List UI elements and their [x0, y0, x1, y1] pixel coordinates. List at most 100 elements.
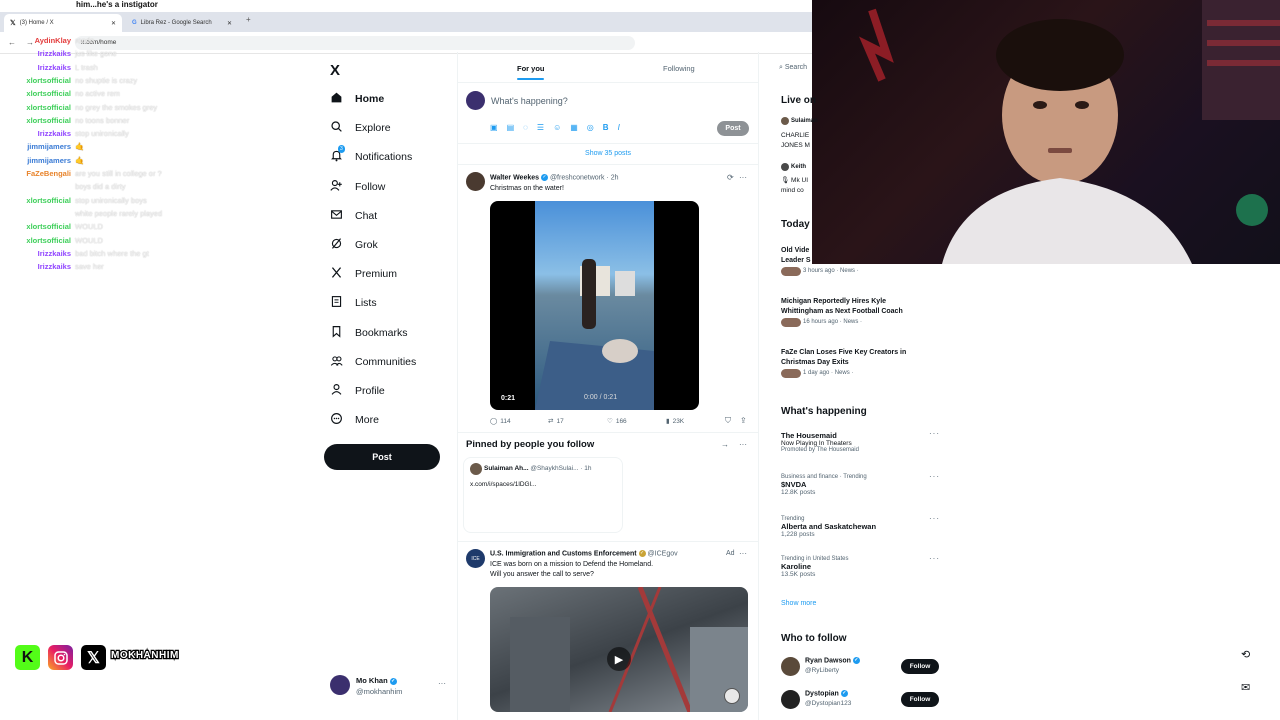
show-new-posts[interactable]: Show 35 posts: [457, 150, 759, 157]
views-button[interactable]: ▮ 23K: [666, 417, 684, 426]
trend-subtitle: 13.5K posts: [781, 571, 816, 578]
account-more-icon[interactable]: ···: [438, 679, 446, 688]
messages-icon[interactable]: ✉: [1241, 681, 1257, 697]
trend-item[interactable]: The Housemaid Now Playing In Theaters Prom…: [781, 429, 941, 453]
nav-item-chat[interactable]: Chat: [330, 206, 377, 226]
chat-username: Irizzkaiks: [37, 49, 71, 59]
nav-item-home[interactable]: Home: [330, 89, 384, 109]
grok-icon[interactable]: ⟳: [727, 173, 734, 182]
stream-chat: AydinKlay rondo Irizzkaiks jus like gone Iri…: [0, 8, 200, 278]
bold-icon[interactable]: B: [603, 123, 609, 132]
ice-seal-icon[interactable]: ICE: [466, 549, 485, 568]
schedule-icon[interactable]: ▦: [570, 123, 578, 132]
avatar: [466, 91, 485, 110]
live-item[interactable]: CHARLIE JONES M: [781, 131, 810, 151]
live-item[interactable]: 🎙 Mk UI mind co: [781, 176, 808, 196]
chat-username: xlortsofficial: [26, 235, 71, 245]
repost-button[interactable]: ⇄ 17: [548, 417, 564, 426]
avatar-stack: [781, 317, 801, 327]
tweet-handle[interactable]: @freshconetwork: [550, 174, 605, 181]
nav-item-grok[interactable]: Grok: [330, 235, 378, 255]
compose-post-button[interactable]: Post: [717, 121, 749, 136]
more-icon[interactable]: ···: [929, 554, 940, 563]
views-icon: ▮: [666, 418, 670, 425]
nav-item-more[interactable]: More: [330, 410, 379, 430]
trend-item[interactable]: Business and finance · Trending $NVDA 12.8…: [781, 472, 941, 496]
play-icon[interactable]: ▶: [607, 647, 631, 671]
nav-item-explore[interactable]: Explore: [330, 118, 391, 138]
nav-item-premium[interactable]: Premium: [330, 264, 397, 284]
tweet-video[interactable]: 0:21 0:00 / 0:21: [490, 201, 699, 410]
location-icon[interactable]: ◎: [587, 123, 594, 132]
trend-item[interactable]: Trending in United States Karoline 13.5K p…: [781, 554, 941, 578]
x-logo-icon[interactable]: X: [330, 62, 340, 79]
more-icon[interactable]: ···: [739, 173, 747, 182]
gif-icon[interactable]: ▤: [507, 123, 515, 132]
nav-item-bookmarks[interactable]: Bookmarks: [330, 323, 408, 343]
webcam-feed: [812, 0, 1280, 264]
kick-icon: K: [15, 645, 40, 670]
tab-following[interactable]: Following: [663, 64, 695, 73]
search-field[interactable]: ⌕ Search: [779, 64, 807, 72]
nav-item-notifications[interactable]: 3 Notifications: [330, 145, 412, 167]
follow-button[interactable]: Follow: [901, 692, 939, 707]
compose-input[interactable]: What's happening?: [491, 96, 568, 106]
trend-item[interactable]: Trending Alberta and Saskatchewan 1,228 po…: [781, 514, 941, 538]
news-meta: 3 hours ago · News ·: [803, 268, 859, 274]
new-tab-button[interactable]: +: [246, 15, 251, 24]
grok-icon[interactable]: ◌: [523, 123, 528, 132]
post-button[interactable]: Post: [324, 444, 440, 470]
chat-message: AydinKlay rondo: [0, 36, 95, 45]
more-icon[interactable]: ···: [929, 472, 940, 481]
arrow-right-icon[interactable]: →: [721, 440, 729, 449]
video-duration: 0:21: [498, 394, 519, 403]
emoji-icon[interactable]: ☺: [553, 123, 561, 132]
close-icon[interactable]: ✕: [227, 20, 232, 27]
people-icon: [330, 354, 343, 370]
avatar: [470, 463, 482, 475]
avatar[interactable]: [330, 675, 350, 695]
bookmark-icon[interactable]: ⛉: [725, 416, 731, 426]
nav-item-lists[interactable]: Lists: [330, 293, 377, 313]
account-name[interactable]: Mo Khan ✓: [356, 676, 397, 685]
who-to-follow-item[interactable]: Dystopian ✓ @Dystopian123 Follow: [781, 689, 941, 711]
who-to-follow-item[interactable]: Ryan Dawson ✓ @RyLiberty Follow: [781, 656, 941, 678]
tab-for-you[interactable]: For you: [517, 64, 545, 73]
nav-item-label: Communities: [355, 355, 417, 368]
poll-icon[interactable]: ☰: [537, 123, 544, 132]
show-more-link[interactable]: Show more: [781, 600, 816, 607]
follow-button[interactable]: Follow: [901, 659, 939, 674]
more-icon[interactable]: ···: [739, 440, 747, 449]
more-icon[interactable]: ···: [929, 429, 940, 438]
nav-item-communities[interactable]: Communities: [330, 352, 416, 372]
heart-icon: ♡: [607, 418, 613, 425]
follow-handle: @Dystopian123: [805, 700, 852, 707]
more-icon[interactable]: ···: [929, 514, 940, 523]
avatar[interactable]: [466, 172, 485, 191]
grok-icon[interactable]: ⟲: [1241, 648, 1257, 664]
list-icon: [330, 295, 343, 311]
italic-icon[interactable]: I: [618, 123, 620, 132]
news-title-2: Leader S: [781, 257, 811, 264]
nav-item-follow[interactable]: Follow: [330, 177, 385, 197]
chat-username: Irizzkaiks: [37, 62, 71, 72]
news-item[interactable]: Old Vide Leader S 3 hours ago · News ·: [781, 246, 931, 276]
like-button[interactable]: ♡ 166: [607, 417, 627, 426]
news-item[interactable]: Michigan Reportedly Hires Kyle Whittingha…: [781, 297, 931, 327]
image-icon[interactable]: ▣: [490, 123, 498, 132]
ad-handle[interactable]: @ICEgov: [648, 550, 678, 557]
news-item[interactable]: FaZe Clan Loses Five Key Creators in Chri…: [781, 348, 931, 378]
reply-button[interactable]: ◯ 114: [490, 417, 511, 426]
ad-video[interactable]: ▶: [490, 587, 748, 712]
share-icon[interactable]: ⇪: [740, 416, 747, 425]
more-icon[interactable]: ···: [739, 549, 747, 558]
ad-author[interactable]: U.S. Immigration and Customs Enforcement: [490, 550, 637, 557]
trend-title: Karoline: [781, 562, 812, 571]
pinned-text[interactable]: x.com/i/spaces/1lDGl...: [470, 481, 536, 488]
tweet-author[interactable]: Walter Weekes: [490, 174, 539, 181]
chat-message: xlortsofficial stop unironically boys: [0, 195, 147, 205]
nav-item-profile[interactable]: Profile: [330, 381, 385, 401]
tweet-time[interactable]: · 2h: [606, 174, 618, 181]
chat-text: stop unironically boys: [75, 195, 147, 205]
news-meta: 16 hours ago · News ·: [803, 319, 863, 325]
